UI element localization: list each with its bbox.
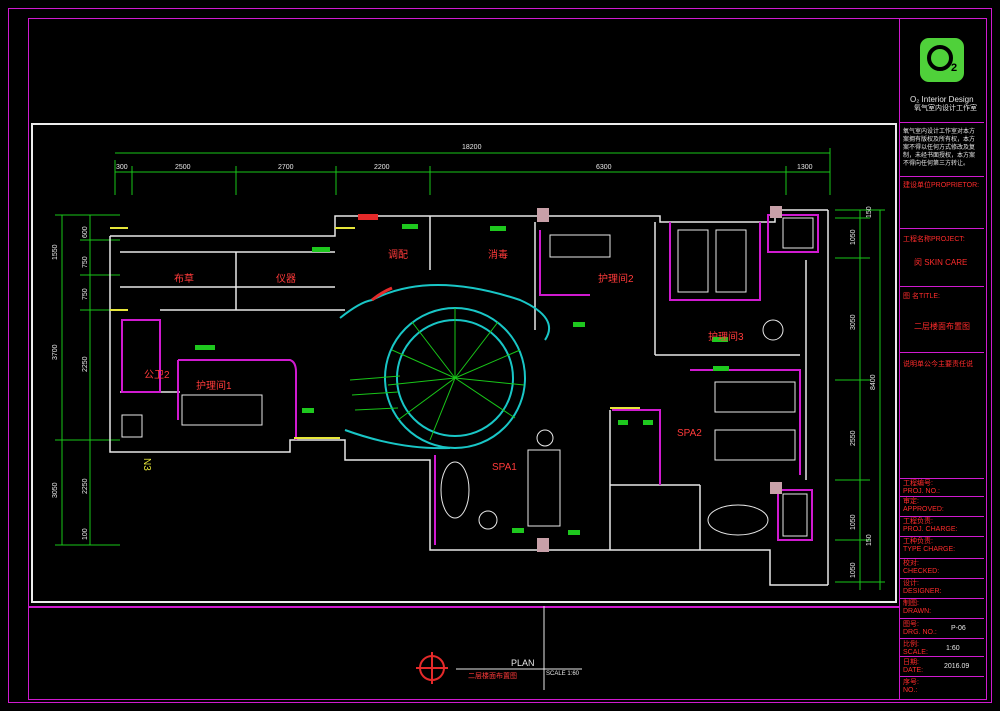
dim-left-2: 600 — [82, 226, 89, 238]
dim-right-2: 1050 — [850, 229, 857, 245]
tb-line-projcharge — [900, 516, 984, 517]
approved-label: 审定: APPROVED: — [903, 498, 944, 513]
note-red: 说明单公今主要责任说 — [903, 361, 973, 368]
tb-line-drgno — [900, 618, 984, 619]
project-label: 工程名称PROJECT: — [903, 236, 965, 243]
dim-top-1: 300 — [116, 164, 128, 171]
proprietor-label: 建设单位PROPRIETOR: — [903, 182, 980, 189]
dim-left-8: 2250 — [82, 478, 89, 494]
stair — [339, 284, 551, 450]
designer-label: 设计: DESIGNER: — [903, 580, 942, 595]
dim-left-6: 2250 — [82, 356, 89, 372]
tb-line-checked — [900, 558, 984, 559]
room-care-2: 护理间2 — [598, 274, 634, 285]
dim-left-5: 3700 — [52, 344, 59, 360]
logo-ring — [927, 45, 953, 71]
tb-line-drawn — [900, 598, 984, 599]
dim-left-1: 1550 — [52, 244, 59, 260]
tb-line-no — [900, 676, 984, 677]
tb-line-note — [900, 352, 984, 353]
plan-caption-cn: 二层楼面布置图 — [468, 673, 517, 680]
tb-line-project — [900, 228, 984, 229]
dim-top-5: 6300 — [596, 164, 612, 171]
dim-total: 18200 — [462, 144, 482, 151]
walls — [109, 209, 829, 586]
proj-no-label: 工程编号: PROJ. NO.: — [903, 480, 940, 495]
copyright-notes: 氧气室内设计工作室对本方案拥有版权及所有权，本方案不得以任何方式修改及复制，未经… — [903, 129, 976, 167]
stair-treads — [349, 308, 525, 441]
title-value: 二层楼面布置图 — [914, 322, 970, 331]
tb-line-date — [900, 656, 984, 657]
logo-sub: 2 — [951, 62, 958, 74]
red-marks — [358, 214, 393, 302]
drawn-label: 制图: DRAWN: — [903, 600, 932, 615]
room-care-3: 护理间3 — [708, 332, 744, 343]
tb-line-title — [900, 286, 984, 287]
date-value: 2016.09 — [944, 663, 970, 670]
room-mixing: 调配 — [388, 250, 408, 261]
drg-no-value: P-06 — [951, 625, 966, 632]
tb-line-typecharge — [900, 536, 984, 537]
room-sterilize: 消毒 — [488, 250, 508, 261]
tb-line-scale — [900, 638, 984, 639]
dim-right-1: 150 — [866, 206, 873, 218]
room-spa-1: SPA1 — [492, 462, 517, 473]
scale-label: 比例: SCALE: — [903, 641, 928, 656]
dim-left-3: 750 — [82, 256, 89, 268]
room-restroom-2: 公卫2 — [144, 370, 170, 381]
plan-caption: PLAN — [511, 658, 535, 668]
room-equipment: 仪器 — [276, 274, 296, 285]
dim-left-7: 3050 — [52, 482, 59, 498]
proj-charge-label: 工程负责: PROJ. CHARGE: — [903, 518, 958, 533]
tb-line-approved — [900, 496, 984, 497]
drg-no-label: 图号: DRG. NO.: — [903, 621, 937, 636]
partitions-yellow — [110, 227, 640, 439]
north-marker: N3 — [141, 458, 152, 471]
room-spa-2: SPA2 — [677, 428, 702, 439]
dim-right-8: 150 — [866, 534, 873, 546]
checked-label: 校对: CHECKED: — [903, 560, 940, 575]
dim-top-6: 1300 — [797, 164, 813, 171]
dim-top-4: 2200 — [374, 164, 390, 171]
pink-stubs — [537, 206, 782, 552]
logo: 2 — [920, 38, 964, 82]
project-value: 闵 SKIN CARE — [914, 258, 968, 267]
dim-top-3: 2700 — [278, 164, 294, 171]
type-charge-label: 工种负责: TYPE CHARGE: — [903, 538, 956, 553]
room-linen: 布草 — [174, 274, 194, 285]
date-label: 日期: DATE: — [903, 659, 924, 674]
logo-cn-name: 氧气室内设计工作室 — [914, 105, 977, 112]
dim-left-9: 100 — [82, 528, 89, 540]
compass — [416, 652, 448, 684]
no-label: 序号: NO.: — [903, 679, 919, 694]
dim-right-4: 8400 — [870, 374, 877, 390]
logo-name: O₂ Interior Design — [910, 95, 974, 104]
plan-scale: SCALE 1:60 — [546, 671, 580, 677]
tb-line-designer — [900, 578, 984, 579]
dim-top-2: 2500 — [175, 164, 191, 171]
dim-right-5: 2550 — [850, 430, 857, 446]
tb-line-notes — [900, 122, 984, 123]
tb-line-projno — [900, 478, 984, 479]
dim-right-3: 3050 — [850, 314, 857, 330]
scale-value: 1:60 — [946, 645, 960, 652]
title-label: 图 名TITLE: — [903, 293, 940, 300]
tb-line-proprietor — [900, 176, 984, 177]
dim-right-7: 1050 — [850, 562, 857, 578]
dim-left-4: 750 — [82, 288, 89, 300]
floor-plan — [55, 148, 885, 690]
room-care-1: 护理间1 — [196, 381, 232, 392]
dim-right-6: 1050 — [850, 514, 857, 530]
